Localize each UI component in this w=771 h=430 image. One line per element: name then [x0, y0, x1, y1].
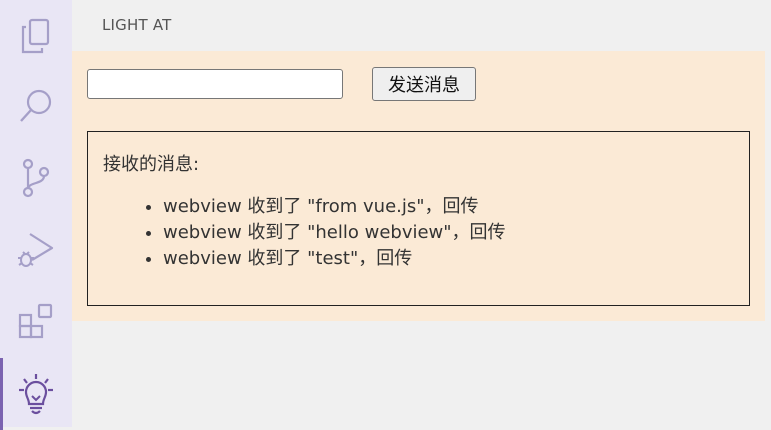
explorer-icon — [21, 18, 50, 54]
message-list: webview 收到了 "from vue.js"，回传 webview 收到了… — [143, 194, 506, 272]
list-item: webview 收到了 "hello webview"，回传 — [163, 220, 506, 246]
extensions-icon — [18, 303, 53, 339]
activity-search[interactable] — [0, 70, 72, 142]
webview-panel: 发送消息 接收的消息: webview 收到了 "from vue.js"，回传… — [72, 51, 765, 321]
list-item: webview 收到了 "from vue.js"，回传 — [163, 194, 506, 220]
send-message-button[interactable]: 发送消息 — [372, 67, 476, 101]
received-messages-title: 接收的消息: — [103, 154, 200, 175]
list-item: webview 收到了 "test"，回传 — [163, 246, 506, 272]
sidebar-title: LIGHT AT — [102, 16, 172, 34]
lightbulb-icon — [19, 374, 53, 415]
activity-run-debug[interactable] — [0, 214, 72, 286]
received-messages-box: 接收的消息: webview 收到了 "from vue.js"，回传 webv… — [87, 131, 750, 306]
activity-bar — [0, 0, 72, 430]
search-icon — [20, 89, 52, 122]
activity-extensions[interactable] — [0, 286, 72, 358]
activity-source-control[interactable] — [0, 142, 72, 214]
run-debug-icon — [18, 233, 54, 267]
message-input[interactable] — [87, 69, 343, 99]
activity-explorer[interactable] — [0, 0, 72, 72]
source-control-icon — [22, 158, 50, 198]
activity-light-at[interactable] — [0, 358, 72, 430]
